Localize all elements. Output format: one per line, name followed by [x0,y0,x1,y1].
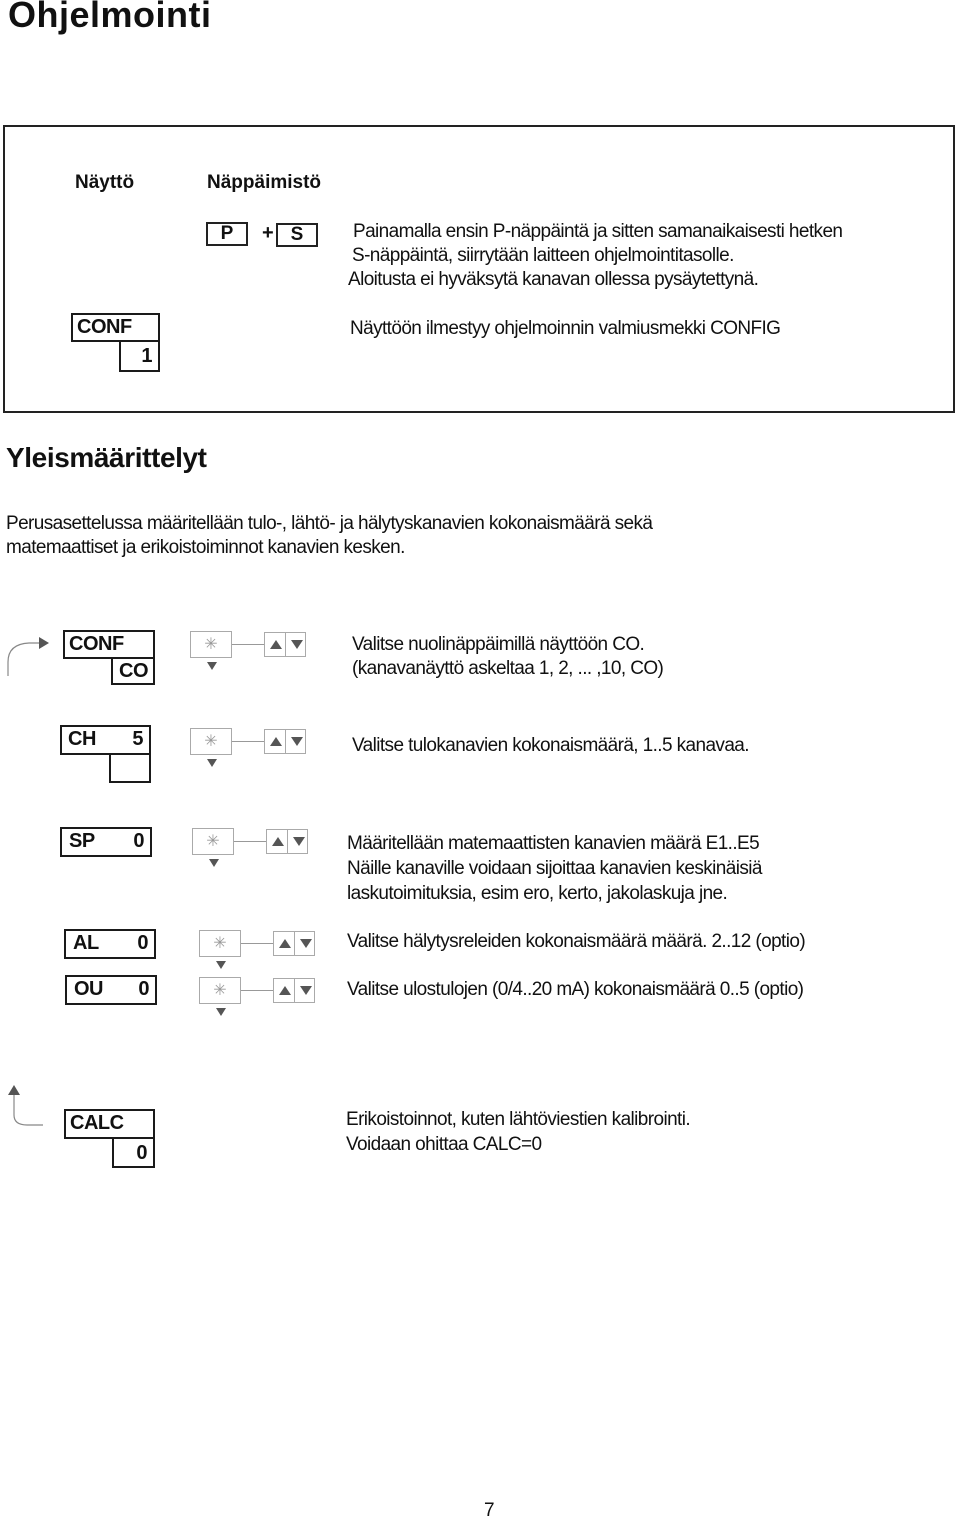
step-text: Voidaan ohittaa CALC=0 [346,1134,542,1155]
display-conf-label: CONF [77,316,132,338]
column-heading-keypad: Näppäimistö [207,172,322,193]
loop-start-arrow-icon [7,637,49,676]
next-arrow-icon [216,961,226,969]
keypad-control: ✳ [192,828,308,872]
step-text: Erikoistoinnot, kuten lähtöviestien kali… [346,1109,691,1130]
keypad-control: ✳ [190,728,306,772]
display-sub-empty [109,753,151,783]
key-p[interactable]: P [206,222,248,246]
display-sub-co: CO [111,657,155,685]
loop-back-arrow-icon [8,1085,43,1126]
keypad-control: ✳ [199,977,315,1021]
step-text: Valitse hälytysreleiden kokonaismäärä mä… [347,931,806,952]
display-sub-value: 0 [136,1142,147,1164]
column-heading-display: Näyttö [75,172,135,193]
plus-sign: + [262,222,274,244]
display-ch: CH 5 [60,725,151,755]
next-arrow-icon [209,859,219,867]
step-text: Valitse nuolinäppäimillä näyttöön CO. [352,634,645,655]
display-value: 0 [133,830,144,852]
up-arrow-icon[interactable] [279,986,291,995]
step-text: Näille kanaville voidaan sijoittaa kanav… [347,858,762,879]
keypad-control: ✳ [190,631,306,675]
display-conf-sub: 1 [119,340,160,372]
down-arrow-icon[interactable] [291,737,303,746]
arrow-keys [273,931,315,956]
set-key-icon[interactable]: ✳ [190,631,232,658]
set-key-icon[interactable]: ✳ [199,930,241,957]
keys-text-1: Painamalla ensin P-näppäintä ja sitten s… [353,221,843,242]
up-arrow-icon[interactable] [270,640,282,649]
set-key-icon[interactable]: ✳ [199,977,241,1004]
key-s[interactable]: S [276,223,318,247]
arrow-keys [264,729,306,754]
step-text: laskutoimituksia, esim ero, kerto, jakol… [347,883,728,904]
display-label: AL [73,932,99,954]
up-arrow-icon[interactable] [272,837,284,846]
display-calc: CALC [64,1109,155,1139]
page-title: Ohjelmointi [8,0,212,35]
next-arrow-icon [216,1008,226,1016]
next-arrow-icon [207,662,217,670]
arrow-keys [273,978,315,1003]
set-key-icon[interactable]: ✳ [190,728,232,755]
arrow-keys [266,829,308,854]
step-text: Määritellään matemaattisten kanavien mää… [347,833,760,854]
step-text: Valitse tulokanavien kokonaismäärä, 1..5… [352,735,750,756]
section-heading: Yleismäärittelyt [6,442,207,473]
page-number: 7 [484,1500,495,1521]
keys-text-2: S-näppäintä, siirrytään laitteen ohjelmo… [352,245,734,266]
display-value: 5 [132,728,143,750]
display-label: CONF [69,633,124,655]
step-text: (kanavanäyttö askeltaa 1, 2, ... ,10, CO… [352,658,664,679]
keypad-control: ✳ [199,930,315,974]
display-label: SP [69,830,95,852]
down-arrow-icon[interactable] [300,986,312,995]
display-label: CH [68,728,96,750]
section-paragraph-1: Perusasettelussa määritellään tulo-, läh… [6,513,653,534]
set-key-icon[interactable]: ✳ [192,828,234,855]
display-sp: SP 0 [60,827,152,857]
arrow-keys [264,632,306,657]
step-text: Valitse ulostulojen (0/4..20 mA) kokonai… [347,979,804,1000]
next-arrow-icon [207,759,217,767]
display-value: 0 [138,978,149,1000]
down-arrow-icon[interactable] [293,837,305,846]
display-conf-value: 1 [141,345,152,367]
up-arrow-icon[interactable] [270,737,282,746]
display-conf-co: CONF [63,630,155,659]
display-label: CALC [70,1112,124,1134]
down-arrow-icon[interactable] [300,939,312,948]
up-arrow-icon[interactable] [279,939,291,948]
display-text: Näyttöön ilmestyy ohjelmoinnin valmiusme… [350,318,781,339]
display-label: OU [74,978,104,1000]
display-ou: OU 0 [65,975,157,1005]
display-value: 0 [137,932,148,954]
display-conf: CONF [71,313,160,342]
display-sub-calc: 0 [112,1137,155,1168]
keys-text-3: Aloitusta ei hyväksytä kanavan ollessa p… [348,269,759,290]
down-arrow-icon[interactable] [291,640,303,649]
display-sub-value: CO [119,660,149,682]
section-paragraph-2: matemaattiset ja erikoistoiminnot kanavi… [6,537,405,558]
display-al: AL 0 [64,929,156,959]
